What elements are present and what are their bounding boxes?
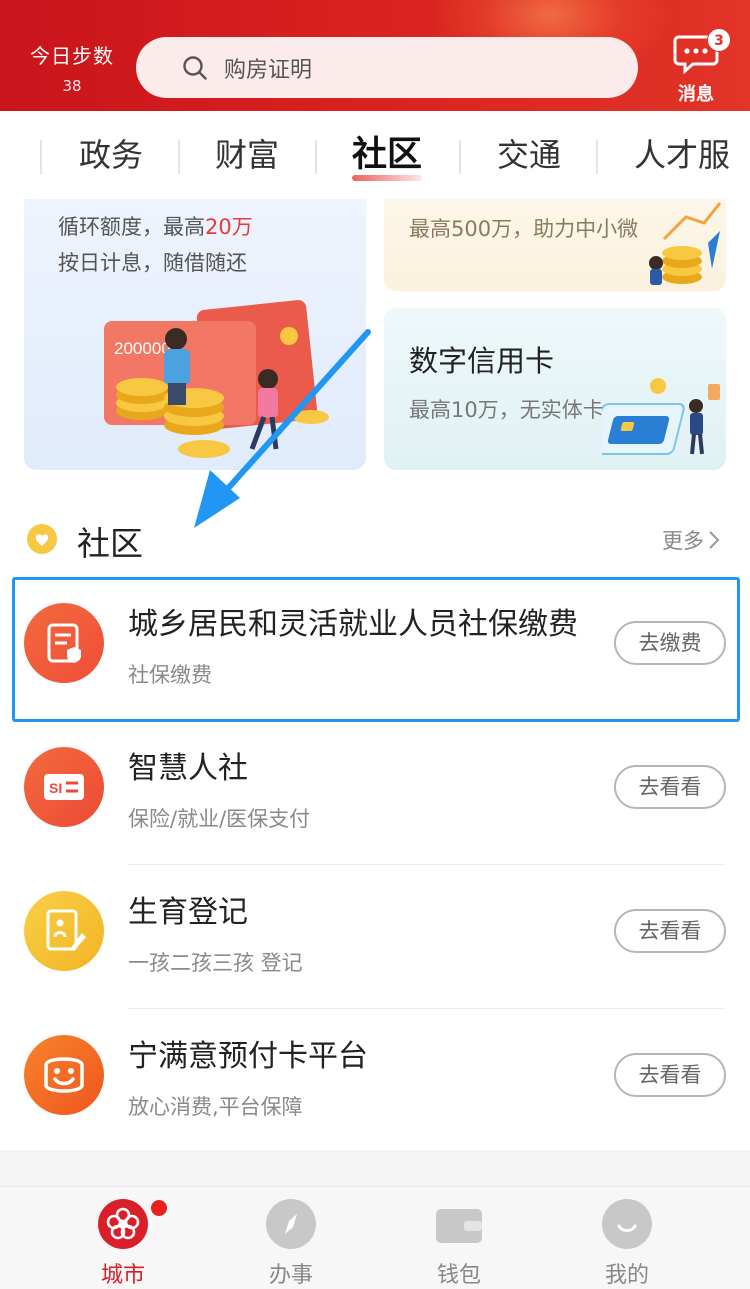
loan-banner-line1: 循环额度，最高20万 (58, 215, 253, 239)
search-bar[interactable]: 购房证明 (136, 37, 638, 98)
list-item-birth-registration[interactable]: 生育登记 一孩二孩三孩 登记 去看看 (0, 865, 750, 1009)
item-title: 宁满意预付卡平台 (128, 1039, 368, 1074)
message-badge: 3 (707, 28, 731, 52)
search-input[interactable]: 购房证明 (224, 52, 312, 84)
svg-text:SI: SI (49, 780, 62, 796)
card-amount-text: 200000 (114, 339, 171, 358)
tab-wealth[interactable]: 财富 (215, 133, 279, 177)
registration-form-icon (24, 891, 104, 971)
tab-divider (596, 140, 598, 174)
notification-dot (151, 1200, 167, 1216)
coins-growth-icon (649, 202, 722, 285)
wallet-icon (434, 1199, 484, 1249)
item-subtitle: 一孩二孩三孩 登记 (128, 951, 303, 975)
tab-divider (40, 140, 42, 174)
business-loan-text: 最高500万，助力中小微 (409, 217, 639, 241)
compass-icon (266, 1199, 316, 1249)
nav-city-label: 城市 (100, 1263, 145, 1288)
steps-count: 38 (62, 77, 82, 95)
tab-transport[interactable]: 交通 (497, 133, 561, 177)
city-flower-icon (98, 1199, 148, 1249)
selection-highlight (12, 577, 740, 722)
tab-divider (178, 140, 180, 174)
loan-illustration: 200000 (104, 300, 329, 458)
chat-bubble-icon: 3 (673, 28, 731, 75)
tab-community[interactable]: 社区 (352, 133, 423, 181)
tab-government[interactable]: 政务 (79, 133, 143, 177)
tab-divider (315, 140, 317, 174)
next-section-peek (0, 1150, 750, 1186)
si-card-icon: SI (24, 747, 104, 827)
bottom-navigation: 城市 办事 钱包 我的 (0, 1186, 750, 1289)
item-subtitle: 保险/就业/医保支付 (128, 807, 311, 831)
item-title: 生育登记 (128, 895, 248, 930)
loan-banner[interactable]: 循环额度，最高20万 按日计息，随借随还 200000 (24, 199, 366, 470)
more-link-label: 更多 (662, 529, 704, 553)
community-section-icon (27, 524, 57, 554)
business-loan-banner[interactable]: 最高500万，助力中小微 (384, 199, 726, 291)
item-subtitle: 放心消费,平台保障 (128, 1095, 303, 1119)
list-item-prepaid-card-platform[interactable]: 宁满意预付卡平台 放心消费,平台保障 去看看 (0, 1009, 750, 1153)
top-header: 今日步数 38 购房证明 3 消息 (0, 0, 750, 111)
credit-card-illustration (602, 378, 720, 455)
nav-wallet-label: 钱包 (436, 1263, 481, 1288)
loan-banner-line2: 按日计息，随借随还 (58, 251, 247, 275)
search-icon (183, 55, 207, 80)
more-link[interactable]: 更多 (662, 525, 720, 555)
chevron-right-icon (709, 531, 720, 549)
category-tabs: 政务 财富 社区 交通 人才服 (0, 111, 750, 199)
steps-label: 今日步数 (30, 44, 114, 68)
item-title: 智慧人社 (128, 751, 248, 786)
view-button[interactable]: 去看看 (614, 1053, 726, 1097)
nav-wallet[interactable]: 钱包 (419, 1199, 499, 1289)
messages-button[interactable]: 3 消息 (668, 28, 731, 106)
tab-talent-service[interactable]: 人才服 (634, 133, 730, 177)
profile-icon (602, 1199, 652, 1249)
nav-services-label: 办事 (268, 1263, 313, 1288)
nav-city[interactable]: 城市 (83, 1199, 163, 1289)
section-title: 社区 (77, 524, 143, 563)
list-item-smart-hr-social[interactable]: SI 智慧人社 保险/就业/医保支付 去看看 (0, 721, 750, 865)
nav-profile[interactable]: 我的 (587, 1199, 667, 1289)
step-counter[interactable]: 今日步数 38 (26, 40, 118, 95)
digital-credit-card-title: 数字信用卡 (409, 344, 555, 378)
view-button[interactable]: 去看看 (614, 765, 726, 809)
messages-label: 消息 (678, 84, 714, 105)
tab-divider (459, 140, 461, 174)
digital-credit-card-banner[interactable]: 数字信用卡 最高10万，无实体卡 (384, 308, 726, 470)
nav-profile-label: 我的 (604, 1263, 649, 1288)
loan-limit-highlight: 20万 (205, 215, 253, 239)
view-button[interactable]: 去看看 (614, 909, 726, 953)
smiley-card-icon (24, 1035, 104, 1115)
digital-credit-card-subtitle: 最高10万，无实体卡 (409, 398, 604, 422)
nav-services[interactable]: 办事 (251, 1199, 331, 1289)
